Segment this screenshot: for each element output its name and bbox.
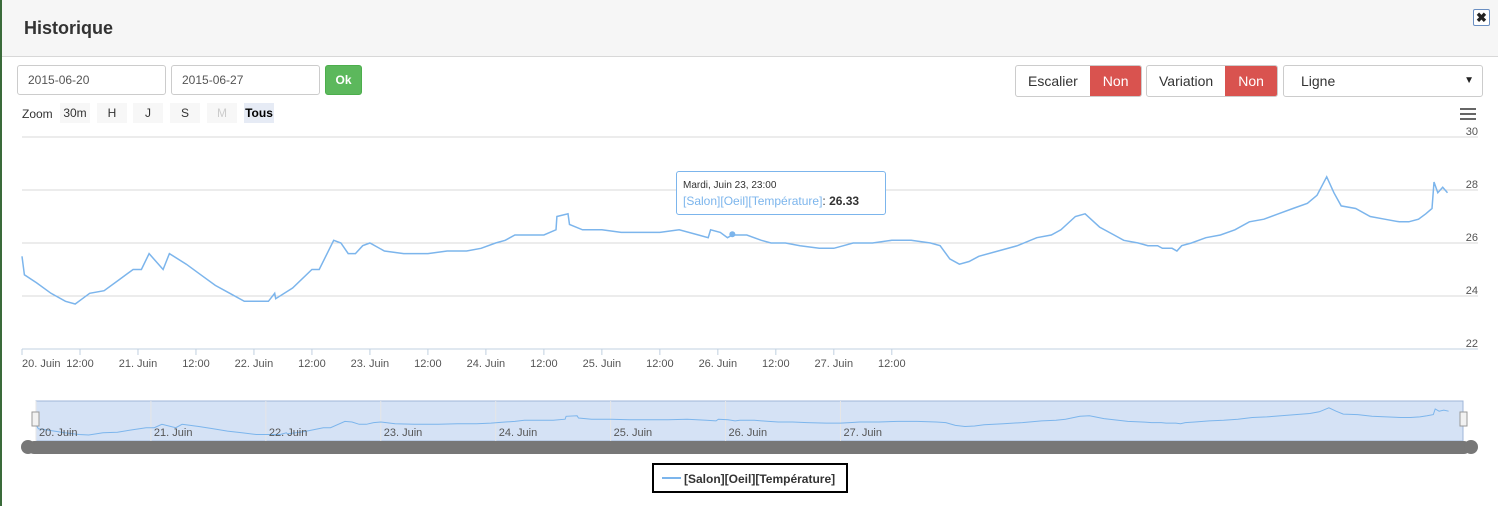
chart-type-value: Ligne	[1301, 73, 1336, 89]
navigator-tick-label: 22. Juin	[269, 427, 308, 439]
escalier-label: Escalier	[1028, 73, 1078, 89]
navigator-tick-label: 26. Juin	[729, 427, 768, 439]
scrollbar-track	[28, 441, 1470, 454]
x-tick-label: 12:00	[298, 358, 326, 370]
x-tick-label: 21. Juin	[119, 358, 158, 370]
legend-swatch	[662, 477, 681, 479]
zoom-month-button[interactable]: M	[207, 103, 237, 123]
x-tick-label: 26. Juin	[699, 358, 738, 370]
hover-point-marker	[729, 231, 736, 238]
escalier-value-button[interactable]: Non	[1089, 66, 1142, 96]
variation-toggle: Variation Non	[1146, 65, 1278, 97]
variation-label: Variation	[1159, 73, 1214, 89]
y-tick-label: 22	[1466, 338, 1478, 350]
export-menu-icon[interactable]	[1460, 108, 1476, 123]
y-axis-ticks: 22 24 26 28 30	[1466, 126, 1478, 350]
navigator-line	[35, 407, 1449, 436]
y-tick-label: 24	[1466, 285, 1478, 297]
zoom-day-button[interactable]: J	[133, 103, 163, 123]
tooltip-value: 26.33	[829, 194, 860, 208]
x-tick-label: 25. Juin	[583, 358, 622, 370]
start-date-input[interactable]	[17, 65, 166, 95]
scrollbar-left-button	[21, 440, 35, 454]
navigator-left-handle	[31, 411, 40, 427]
zoom-all-button[interactable]: Tous	[244, 103, 274, 123]
x-tick-label: 12:00	[878, 358, 906, 370]
navigator-right-handle	[1459, 411, 1468, 427]
tooltip-date: Mardi, Juin 23, 23:00	[683, 180, 777, 191]
chart-grid	[22, 136, 1478, 297]
zoom-hour-button[interactable]: H	[97, 103, 127, 123]
scrollbar-right-button	[1464, 440, 1478, 454]
x-tick-label: 22. Juin	[235, 358, 274, 370]
navigator-tick-label: 21. Juin	[154, 427, 193, 439]
navigator-tick-label: 25. Juin	[614, 427, 653, 439]
ok-button[interactable]: Ok	[325, 65, 362, 95]
y-tick-label: 28	[1466, 179, 1478, 191]
variation-value-button[interactable]: Non	[1225, 66, 1277, 96]
y-tick-label: 26	[1466, 232, 1478, 244]
zoom-30m-button[interactable]: 30m	[60, 103, 90, 123]
navigator-tick-label: 24. Juin	[499, 427, 538, 439]
x-tick-label: 12:00	[414, 358, 442, 370]
zoom-week-button[interactable]: S	[170, 103, 200, 123]
x-axis: 20. Juin 12:00 21. Juin 12:00 22. Juin 12:00 2…	[21, 348, 1478, 370]
y-tick-label: 30	[1466, 126, 1478, 138]
end-date-input[interactable]	[171, 65, 320, 95]
zoom-label: Zoom	[22, 107, 53, 121]
x-tick-label: 23. Juin	[351, 358, 390, 370]
x-tick-label: 24. Juin	[467, 358, 506, 370]
close-icon[interactable]: ✖	[1473, 9, 1490, 26]
x-tick-label: 12:00	[66, 358, 94, 370]
x-tick-label: 12:00	[530, 358, 558, 370]
x-tick-label: 27. Juin	[815, 358, 854, 370]
escalier-toggle: Escalier Non	[1015, 65, 1143, 97]
chart-legend[interactable]: [Salon][Oeil][Température]	[652, 463, 848, 493]
chart-tooltip: Mardi, Juin 23, 23:00 [Salon][Oeil][Temp…	[676, 171, 886, 215]
legend-label: [Salon][Oeil][Température]	[684, 472, 836, 486]
chart-type-select[interactable]: Ligne ▼	[1283, 65, 1483, 97]
navigator-tick-label: 27. Juin	[843, 427, 882, 439]
x-tick-label: 12:00	[762, 358, 790, 370]
dialog-header: Historique ✖	[2, 0, 1498, 57]
navigator-tick-label: 20. Juin	[39, 427, 78, 439]
x-tick-label: 12:00	[646, 358, 674, 370]
navigator-grid	[35, 401, 841, 441]
navigator-tick-label: 23. Juin	[384, 427, 423, 439]
navigator-ticks: 20. Juin 21. Juin 22. Juin 23. Juin 24. Juin…	[39, 427, 882, 439]
window-left-edge	[0, 0, 2, 506]
dialog-title: Historique	[24, 18, 114, 38]
tooltip-series: [Salon][Oeil][Température]	[683, 194, 823, 208]
x-tick-label: 20. Juin	[22, 358, 61, 370]
navigator-selection	[35, 400, 1464, 442]
navigator: 20. Juin 21. Juin 22. Juin 23. Juin 24. Juin…	[21, 400, 1478, 454]
x-tick-label: 12:00	[182, 358, 210, 370]
chevron-down-icon: ▼	[1464, 75, 1474, 86]
